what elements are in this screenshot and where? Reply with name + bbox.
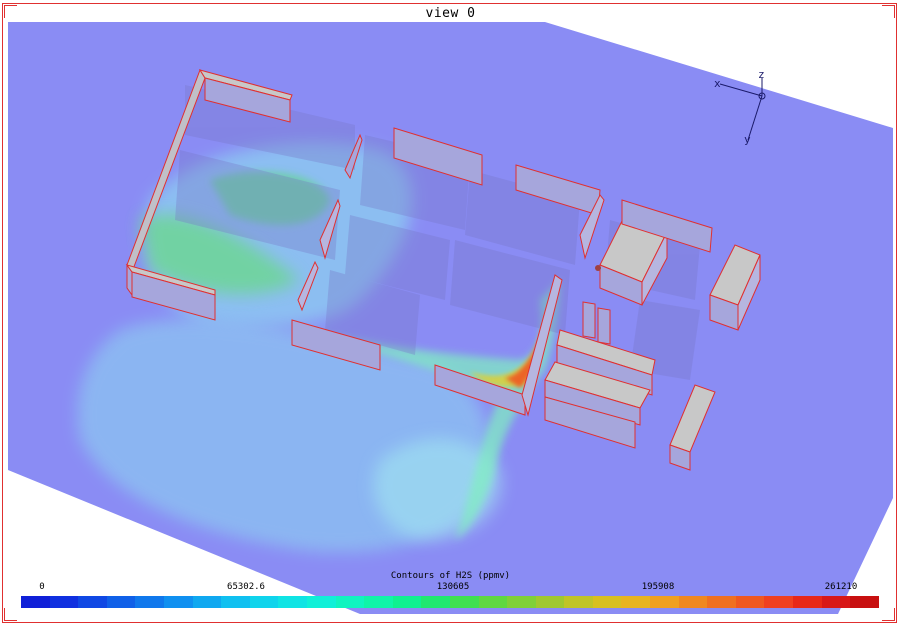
colorbar-segment [106,596,136,608]
colorbar-segment [221,596,250,608]
source-marker[interactable] [595,265,601,271]
colorbar-tick: 65302.6 [227,582,265,592]
colorbar-tick: 130605 [436,582,470,592]
colorbar-segment [306,596,336,608]
colorbar-segment [564,596,593,608]
colorbar-segment [135,596,164,608]
colorbar-segment [535,596,565,608]
colorbar-segment [249,596,279,608]
colorbar-segment [449,596,479,608]
graphics-viewport[interactable]: x z y view 0 Contours of H2S (ppmv) 0 65… [0,0,901,627]
colorbar-tick: 0 [39,582,45,592]
axis-label-z: z [758,68,765,81]
colorbar-segment [735,596,765,608]
colorbar-segment [392,596,422,608]
colorbar-segment [678,596,708,608]
colorbar-segment [364,596,393,608]
cfd-scene[interactable]: x z y [0,0,901,627]
colorbar-segment [49,596,79,608]
colorbar-segment [850,596,879,608]
colorbar-segment [163,596,193,608]
colorbar-segment [650,596,679,608]
axis-label-y: y [744,133,751,146]
colorbar-tick: 195908 [641,582,675,592]
colorbar-segment [793,596,822,608]
colorbar-tick: 261210 [824,582,858,592]
axis-label-x: x [714,77,721,90]
colorbar-segment [707,596,736,608]
colorbar-segment [764,596,794,608]
colorbar-segment [507,596,536,608]
colorbar-segment [821,596,851,608]
colorbar-segment [78,596,107,608]
colorbar-title: Contours of H2S (ppmv) [390,571,511,581]
colorbar-segment [621,596,651,608]
view-title: view 0 [425,6,476,21]
colorbar [21,596,879,608]
colorbar-segment [278,596,307,608]
colorbar-segment [592,596,622,608]
colorbar-segment [421,596,450,608]
colorbar-segment [478,596,508,608]
colorbar-segment [192,596,222,608]
colorbar-segment [21,596,50,608]
colorbar-segment [335,596,365,608]
